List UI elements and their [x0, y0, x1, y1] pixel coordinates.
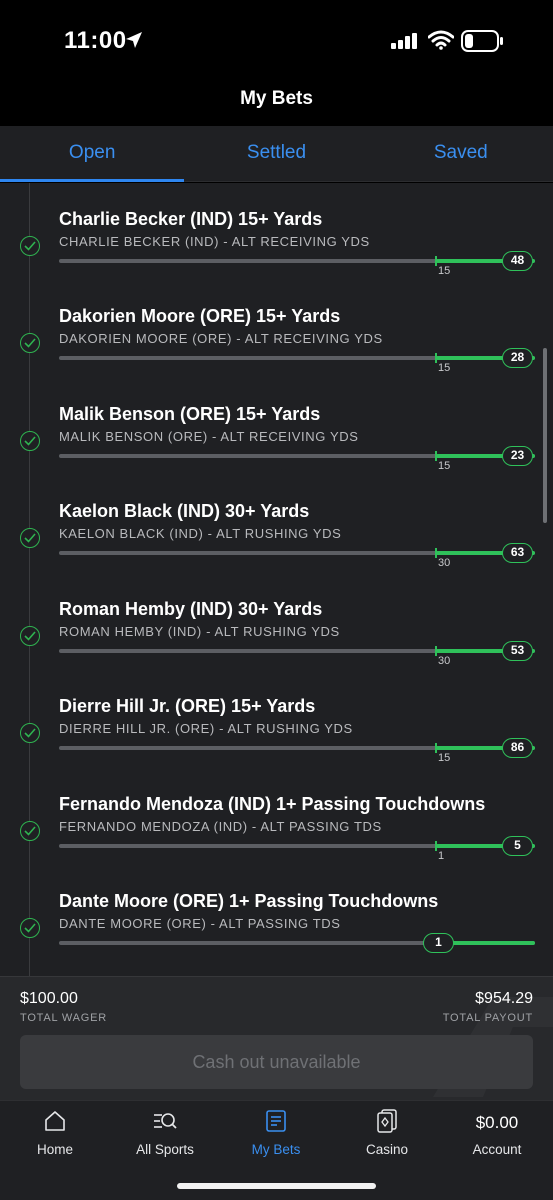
threshold-label: 15 — [438, 752, 451, 764]
threshold-label: 15 — [438, 460, 451, 472]
nav-account-label: Account — [472, 1142, 522, 1157]
leg-title: Malik Benson (ORE) 15+ Yards — [59, 404, 321, 424]
check-circle-icon — [20, 918, 40, 938]
page-title: My Bets — [240, 88, 313, 109]
result-value-badge: 5 — [502, 836, 533, 856]
threshold-label: 1 — [438, 850, 445, 862]
home-indicator[interactable] — [177, 1183, 376, 1189]
threshold-marker — [435, 256, 437, 266]
leg-title: Fernando Mendoza (IND) 1+ Passing Touchd… — [59, 794, 486, 814]
search-list-icon — [152, 1109, 178, 1138]
check-circle-icon — [20, 236, 40, 256]
tab-settled[interactable]: Settled — [184, 126, 368, 181]
check-circle-icon — [20, 723, 40, 743]
leg-title: Dante Moore (ORE) 1+ Passing Touchdowns — [59, 891, 439, 911]
bet-legs-list[interactable]: Charlie Becker (IND) 15+ Yards CHARLIE B… — [0, 183, 553, 976]
leg-title: Kaelon Black (IND) 30+ Yards — [59, 501, 310, 521]
nav-casino-label: Casino — [365, 1142, 409, 1157]
battery-icon — [461, 30, 505, 57]
bet-leg: Dierre Hill Jr. (ORE) 15+ Yards DIERRE H… — [0, 670, 553, 767]
check-circle-icon — [20, 333, 40, 353]
bet-slip-icon — [265, 1109, 287, 1138]
result-value-badge: 28 — [502, 348, 533, 368]
leg-title: Dakorien Moore (ORE) 15+ Yards — [59, 306, 341, 326]
bet-leg: Kaelon Black (IND) 30+ Yards KAELON BLAC… — [0, 475, 553, 572]
result-value-badge: 23 — [502, 446, 533, 466]
leg-subtitle: MALIK BENSON (ORE) - ALT RECEIVING YDS — [59, 429, 359, 444]
nav-home-label: Home — [36, 1142, 73, 1157]
threshold-label: 15 — [438, 362, 451, 374]
nav-casino[interactable]: Casino — [332, 1101, 442, 1171]
location-arrow-icon — [124, 30, 144, 55]
list-scrollbar[interactable] — [543, 348, 547, 523]
bet-summary: $100.00 TOTAL WAGER $954.29 TOTAL PAYOUT… — [0, 976, 553, 1100]
threshold-marker — [435, 841, 437, 851]
progress-track: 15 — [59, 743, 535, 764]
progress-track: 15 — [59, 353, 535, 374]
total-payout-amount: $954.29 — [475, 990, 533, 1007]
nav-home[interactable]: Home — [0, 1101, 110, 1171]
leg-subtitle: CHARLIE BECKER (IND) - ALT RECEIVING YDS — [59, 234, 370, 249]
threshold-marker — [435, 743, 437, 753]
leg-title: Dierre Hill Jr. (ORE) 15+ Yards — [59, 696, 316, 716]
bet-tabs: Open Settled Saved — [0, 126, 553, 182]
leg-subtitle: ROMAN HEMBY (IND) - ALT RUSHING YDS — [59, 624, 340, 639]
bet-leg: Malik Benson (ORE) 15+ Yards MALIK BENSO… — [0, 378, 553, 475]
threshold-label: 30 — [438, 655, 451, 667]
threshold-marker — [435, 353, 437, 363]
progress-track: 15 — [59, 256, 535, 277]
check-circle-icon — [20, 528, 40, 548]
leg-subtitle: FERNANDO MENDOZA (IND) - ALT PASSING TDS — [59, 819, 382, 834]
threshold-label: 15 — [438, 265, 451, 277]
account-balance: $0.00 — [475, 1113, 519, 1132]
result-value-badge: 48 — [502, 251, 533, 271]
result-value-badge: 1 — [423, 933, 454, 953]
progress-track: 1 — [59, 841, 535, 862]
leg-subtitle: DANTE MOORE (ORE) - ALT PASSING TDS — [59, 916, 341, 931]
total-payout-label: TOTAL PAYOUT — [442, 1012, 533, 1024]
nav-all-sports-label: All Sports — [136, 1142, 194, 1157]
status-bar: 11:00 — [0, 0, 553, 70]
nav-my-bets-label: My Bets — [251, 1142, 301, 1157]
cellular-signal-icon — [391, 33, 419, 54]
leg-subtitle: KAELON BLACK (IND) - ALT RUSHING YDS — [59, 526, 342, 541]
result-value-badge: 86 — [502, 738, 533, 758]
bet-leg: Dante Moore (ORE) 1+ Passing Touchdowns … — [0, 865, 553, 962]
total-wager-amount: $100.00 — [20, 990, 78, 1007]
bet-leg: Fernando Mendoza (IND) 1+ Passing Touchd… — [0, 768, 553, 865]
status-time: 11:00 — [64, 27, 127, 54]
cashout-button[interactable]: Cash out unavailable — [20, 1035, 533, 1089]
nav-account[interactable]: $0.00 Account — [442, 1101, 552, 1171]
home-icon — [43, 1109, 67, 1138]
leg-title: Charlie Becker (IND) 15+ Yards — [59, 209, 323, 229]
bet-leg: Roman Hemby (IND) 30+ Yards ROMAN HEMBY … — [0, 573, 553, 670]
total-wager-label: TOTAL WAGER — [20, 1012, 108, 1024]
result-value-badge: 63 — [502, 543, 533, 563]
nav-my-bets[interactable]: My Bets — [221, 1101, 331, 1171]
threshold-label: 30 — [438, 557, 451, 569]
nav-all-sports[interactable]: All Sports — [110, 1101, 220, 1171]
bet-leg: Charlie Becker (IND) 15+ Yards CHARLIE B… — [0, 183, 553, 280]
bet-leg: Dakorien Moore (ORE) 15+ Yards DAKORIEN … — [0, 280, 553, 377]
check-circle-icon — [20, 431, 40, 451]
leg-subtitle: DIERRE HILL JR. (ORE) - ALT RUSHING YDS — [59, 721, 353, 736]
progress-track: 15 — [59, 451, 535, 472]
check-circle-icon — [20, 821, 40, 841]
check-circle-icon — [20, 626, 40, 646]
threshold-marker — [435, 646, 437, 656]
page-header: My Bets — [0, 70, 553, 126]
progress-track: 30 — [59, 646, 535, 667]
tab-saved[interactable]: Saved — [369, 126, 553, 181]
wifi-icon — [427, 30, 455, 55]
tab-open[interactable]: Open — [0, 126, 185, 182]
threshold-marker — [435, 548, 437, 558]
progress-track: 30 — [59, 548, 535, 569]
leg-title: Roman Hemby (IND) 30+ Yards — [59, 599, 323, 619]
playing-card-icon — [376, 1109, 398, 1138]
threshold-marker — [435, 451, 437, 461]
progress-track — [59, 941, 535, 953]
leg-subtitle: DAKORIEN MOORE (ORE) - ALT RECEIVING YDS — [59, 331, 383, 346]
result-value-badge: 53 — [502, 641, 533, 661]
